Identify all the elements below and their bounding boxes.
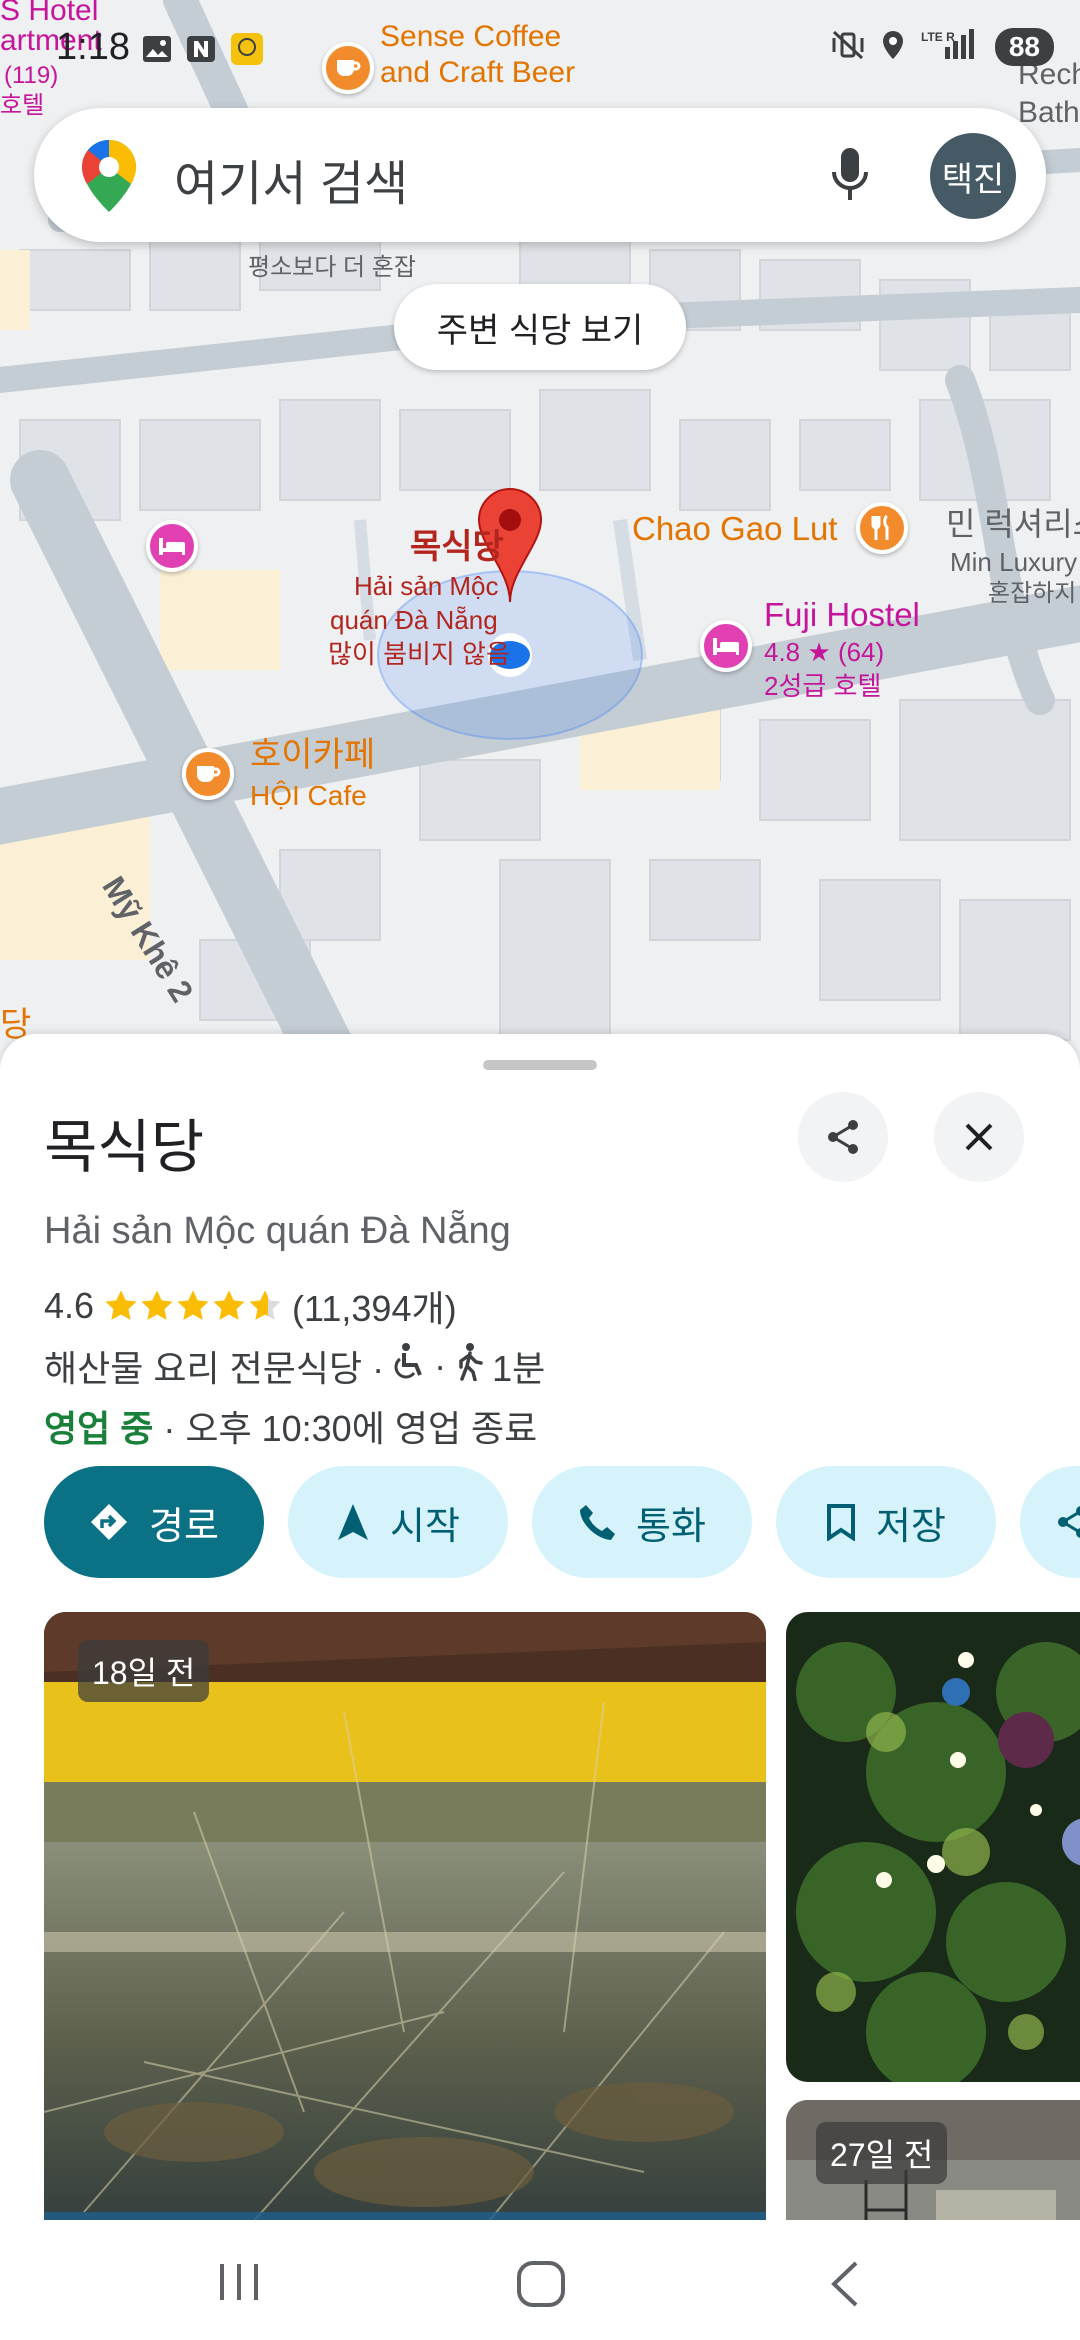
cafe-pin-icon[interactable]: [182, 748, 234, 800]
call-button[interactable]: 통화: [532, 1466, 752, 1578]
google-maps-logo-icon: [80, 138, 138, 219]
walk-time: 1분: [492, 1348, 546, 1389]
selected-pin-line3: 많이 붐비지 않음: [328, 639, 510, 669]
photo-image: [786, 1612, 1080, 2082]
app-notification-icon: [230, 32, 264, 71]
share-icon: [1058, 1506, 1080, 1538]
poi-chao-gao-lut[interactable]: Chao Gao Lut: [632, 510, 837, 548]
place-category: 해산물 요리 전문식당 ·: [44, 1348, 385, 1389]
poi-fuji-reviews: (64): [837, 637, 885, 667]
walking-icon: [454, 1342, 484, 1390]
star-icon: [105, 1290, 137, 1320]
close-button[interactable]: [934, 1092, 1024, 1182]
directions-icon: [91, 1504, 128, 1540]
nearby-restaurants-chip[interactable]: 주변 식당 보기: [394, 284, 686, 370]
call-label: 통화: [636, 1505, 706, 1548]
back-icon[interactable]: [826, 2260, 862, 2313]
lte-signal-icon: LTE R: [921, 28, 979, 66]
place-subtitle: Hải sản Mộc quán Đà Nẵng: [44, 1210, 511, 1252]
directions-button[interactable]: 경로: [44, 1466, 264, 1578]
poi-min-luxury-ko[interactable]: 민 럭셔리스: [946, 506, 1080, 543]
photo-image: [44, 1612, 766, 2220]
phone-icon: [580, 1505, 616, 1540]
photo-age-badge: 27일 전: [816, 2122, 948, 2184]
status-bar: 1:18 LTE R 88: [0, 0, 1080, 100]
map-busy-note: 평소보다 더 혼잡: [248, 254, 416, 281]
system-navigation-bar: [0, 2220, 1080, 2340]
navigation-arrow-icon: [338, 1504, 369, 1540]
poi-min-luxury-en[interactable]: Min Luxury: [950, 547, 1077, 578]
closing-time: · 오후 10:30에 영업 종료: [153, 1408, 538, 1449]
bookmark-icon: [827, 1504, 856, 1541]
account-avatar[interactable]: 택진: [930, 133, 1016, 219]
search-input[interactable]: 여기서 검색: [174, 144, 408, 214]
share-button[interactable]: [798, 1092, 888, 1182]
hotel-pin-icon[interactable]: [146, 520, 198, 572]
poi-min-luxury-note: 혼잡하지: [988, 580, 1077, 607]
star-icon: ★: [807, 637, 831, 667]
photo-seafood-tank[interactable]: 18일 전: [44, 1612, 766, 2220]
open-status: 영업 중: [44, 1408, 154, 1449]
start-button[interactable]: 시작: [288, 1466, 508, 1578]
star-icon: [213, 1290, 245, 1320]
action-buttons: 경로 시작 통화 저장: [44, 1466, 1080, 1578]
poi-hoi-cafe-ko[interactable]: 호이카페: [250, 736, 375, 775]
photo-interior[interactable]: 27일 전: [786, 2100, 1080, 2220]
save-label: 저장: [876, 1505, 946, 1548]
recent-apps-icon[interactable]: [214, 2262, 264, 2307]
directions-label: 경로: [149, 1505, 219, 1548]
selected-pin-line1: Hải sản Mộc: [354, 571, 499, 601]
restaurant-pin-icon[interactable]: [856, 502, 908, 554]
review-count: (11,394개): [292, 1288, 457, 1329]
share-icon: [828, 1120, 858, 1154]
map-label-bath: Bath: [1018, 96, 1080, 129]
star-icon: [249, 1290, 281, 1320]
share-action-button[interactable]: [1020, 1466, 1080, 1578]
photo-age-badge: 18일 전: [78, 1640, 210, 1702]
wheelchair-icon: [392, 1342, 426, 1390]
rating-row[interactable]: 4.6 (11,394개): [44, 1280, 457, 1332]
mic-icon[interactable]: [830, 146, 870, 209]
home-icon[interactable]: [516, 2260, 566, 2313]
poi-fuji-rating-row: 4.8 ★ (64): [764, 637, 885, 668]
vibrate-mute-icon: [831, 30, 865, 65]
start-label: 시작: [390, 1505, 460, 1548]
star-icon: [141, 1290, 173, 1320]
category-row: 해산물 요리 전문식당 · · 1분: [44, 1340, 545, 1392]
photo-garden-lights[interactable]: [786, 1612, 1080, 2082]
category-separator: ·: [434, 1345, 447, 1386]
save-button[interactable]: 저장: [776, 1466, 996, 1578]
status-time: 1:18: [56, 26, 130, 68]
place-title: 목식당: [44, 1115, 205, 1180]
rating-stars: [104, 1289, 282, 1323]
selected-pin-line2: quán Đà Nẵng: [330, 605, 498, 635]
search-bar[interactable]: 여기서 검색 택진: [34, 108, 1046, 242]
close-icon: [965, 1123, 993, 1151]
hours-row[interactable]: 영업 중 · 오후 10:30에 영업 종료: [44, 1400, 537, 1452]
sheet-drag-handle[interactable]: [483, 1060, 597, 1070]
star-icon: [177, 1290, 209, 1320]
location-icon: [881, 30, 905, 65]
place-bottom-sheet[interactable]: 목식당 Hải sản Mộc quán Đà Nẵng 4.6 (11,394…: [0, 1034, 1080, 2220]
rating-value: 4.6: [44, 1285, 95, 1326]
poi-hoi-cafe-latin[interactable]: HỘI Cafe: [250, 780, 367, 812]
battery-indicator: 88: [994, 28, 1054, 66]
poi-fuji-class: 2성급 호텔: [764, 671, 882, 701]
naver-icon: [186, 35, 216, 68]
svg-text:LTE R: LTE R: [921, 30, 955, 44]
poi-fuji-rating: 4.8: [764, 637, 801, 667]
hostel-pin-icon[interactable]: [700, 620, 752, 672]
gallery-icon: [142, 35, 172, 68]
selected-pin-name: 목식당: [410, 528, 504, 566]
poi-fuji-hostel[interactable]: Fuji Hostel: [764, 596, 920, 634]
